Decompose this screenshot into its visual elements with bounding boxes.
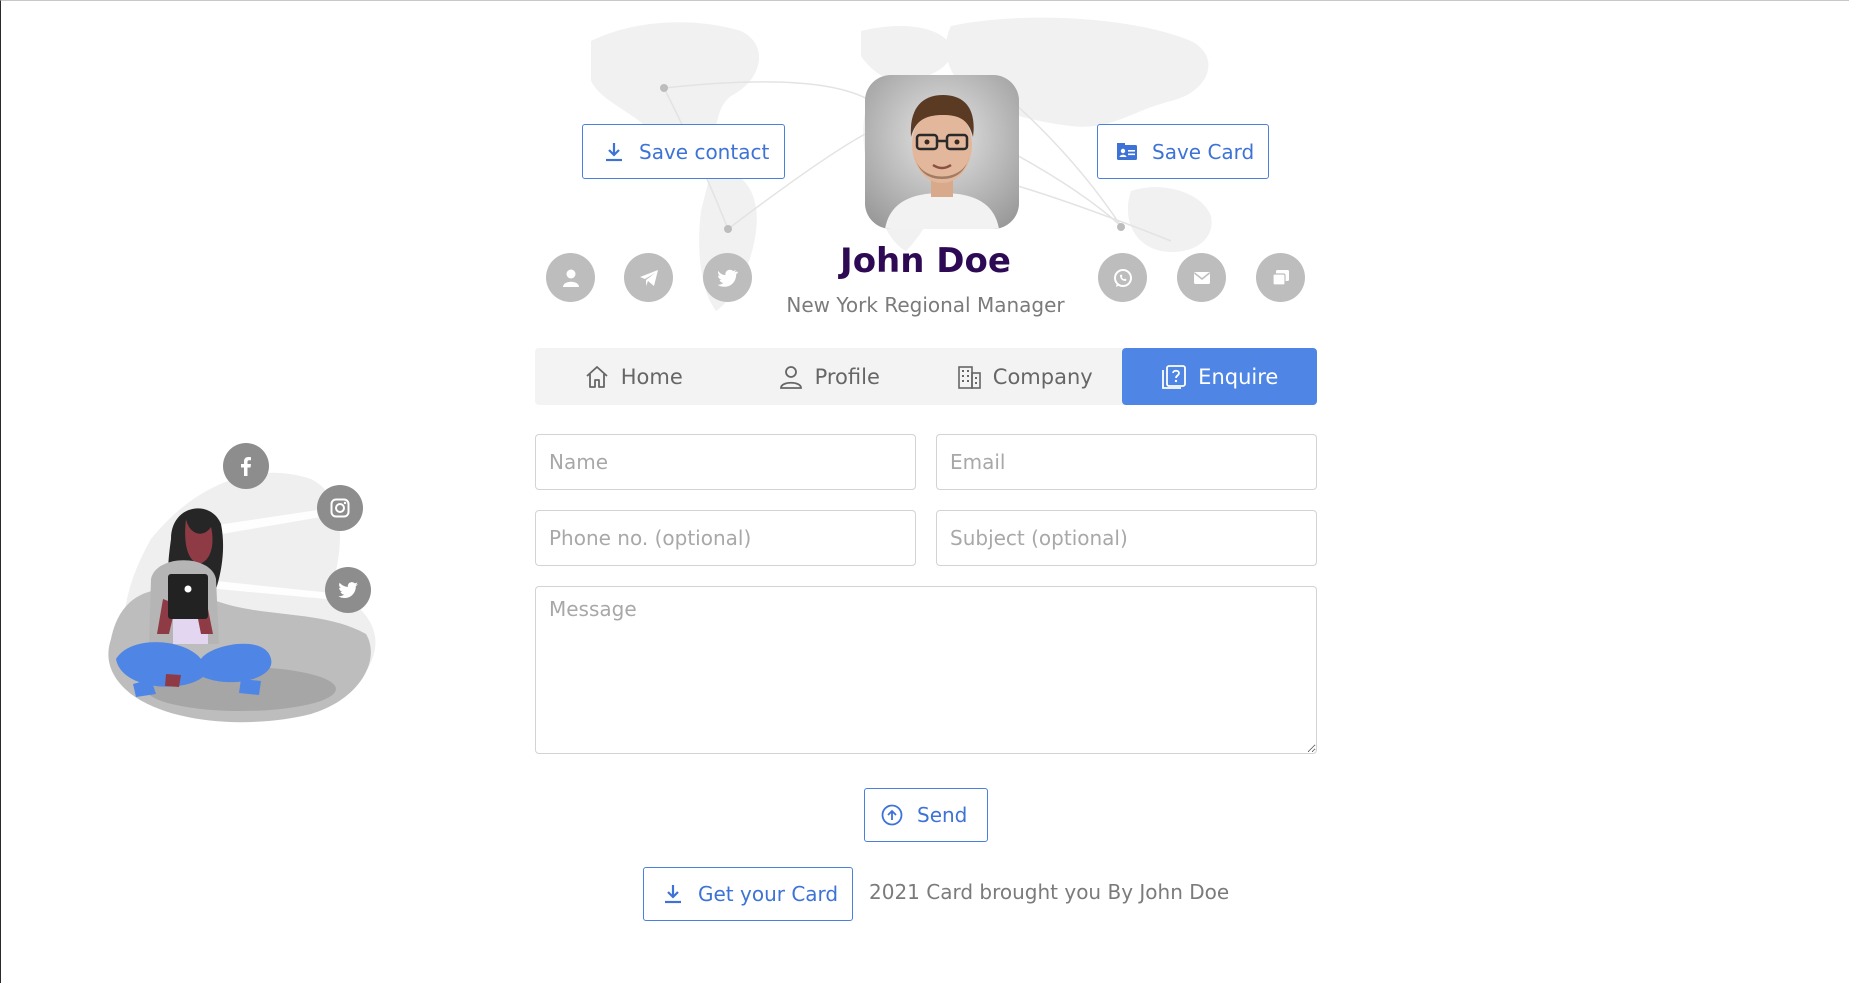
upload-circle-icon	[881, 804, 903, 826]
tab-company[interactable]: Company	[926, 348, 1122, 405]
get-your-card-button[interactable]: Get your Card	[643, 867, 853, 921]
email-input[interactable]	[936, 434, 1317, 490]
save-card-label: Save Card	[1152, 139, 1255, 164]
id-card-icon	[1117, 142, 1137, 160]
message-textarea[interactable]	[535, 586, 1317, 754]
instagram-icon	[317, 485, 363, 531]
send-button[interactable]: Send	[864, 788, 988, 842]
illustration	[91, 443, 401, 729]
profile-name: John Doe	[840, 241, 1011, 281]
avatar	[865, 75, 1019, 229]
building-icon	[957, 365, 981, 389]
profile-job-title: New York Regional Manager	[786, 293, 1065, 317]
twitter-icon	[325, 567, 371, 613]
send-label: Send	[917, 803, 968, 827]
facebook-icon	[223, 443, 269, 489]
save-contact-label: Save contact	[639, 139, 770, 164]
person-icon	[779, 365, 802, 389]
page: Save contact Save Card John Doe New York…	[0, 0, 1849, 983]
enquire-icon	[1162, 364, 1187, 389]
tab-bar: Home Profile Company Enquire	[535, 348, 1317, 405]
phone-input[interactable]	[535, 510, 916, 566]
tab-profile-label: Profile	[814, 364, 880, 389]
download-icon	[606, 142, 622, 161]
get-your-card-label: Get your Card	[698, 882, 839, 906]
download-icon	[665, 885, 681, 904]
tab-company-label: Company	[992, 364, 1093, 389]
subject-input[interactable]	[936, 510, 1317, 566]
name-input[interactable]	[535, 434, 916, 490]
save-card-button[interactable]: Save Card	[1097, 124, 1269, 179]
home-icon	[586, 365, 608, 388]
footer-credit-text: 2021 Card brought you By John Doe	[869, 880, 1230, 904]
tab-home-label: Home	[620, 364, 683, 389]
tab-profile[interactable]: Profile	[731, 348, 927, 405]
tab-home[interactable]: Home	[535, 348, 731, 405]
save-contact-button[interactable]: Save contact	[582, 124, 785, 179]
tab-enquire-label: Enquire	[1198, 364, 1279, 389]
tab-enquire[interactable]: Enquire	[1121, 348, 1317, 405]
